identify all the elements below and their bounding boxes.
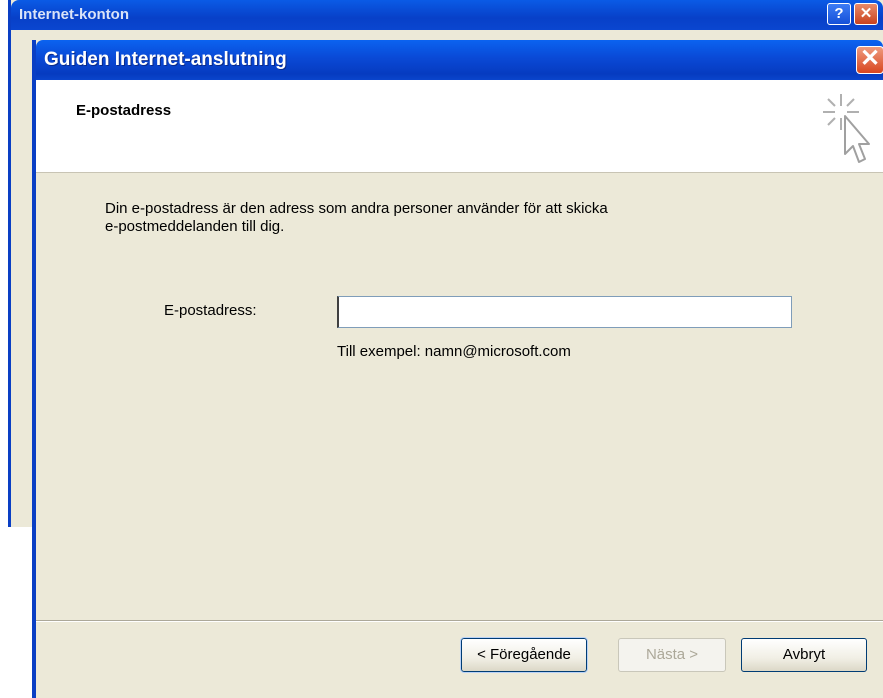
- page-heading: E-postadress: [76, 102, 172, 119]
- background-window-title: Internet-konton: [19, 6, 129, 23]
- next-button[interactable]: Nästa >: [618, 638, 726, 672]
- close-button[interactable]: ✕: [856, 46, 883, 74]
- email-label: E-postadress:: [164, 302, 257, 319]
- wizard-header: E-postadress: [36, 80, 883, 173]
- wizard-window: Guiden Internet-anslutning ✕ E-postadres…: [32, 40, 883, 698]
- background-close-button[interactable]: ✕: [854, 3, 878, 25]
- description-line-1: Din e-postadress är den adress som andra…: [105, 200, 608, 217]
- wizard-title: Guiden Internet-anslutning: [44, 49, 287, 70]
- back-button[interactable]: < Föregående: [460, 637, 588, 673]
- help-button[interactable]: ?: [827, 3, 851, 25]
- description-line-2: e-postmeddelanden till dig.: [105, 218, 285, 235]
- wizard-titlebar: Guiden Internet-anslutning ✕: [36, 40, 883, 80]
- cancel-button[interactable]: Avbryt: [741, 638, 867, 672]
- email-input[interactable]: [337, 296, 792, 328]
- background-titlebar: Internet-konton ? ✕: [11, 0, 883, 30]
- cursor-sparkle-icon: [823, 94, 870, 163]
- example-text: Till exempel: namn@microsoft.com: [337, 343, 571, 360]
- footer-separator: [36, 620, 883, 622]
- description-text: Din e-postadress är den adress som andra…: [105, 200, 745, 236]
